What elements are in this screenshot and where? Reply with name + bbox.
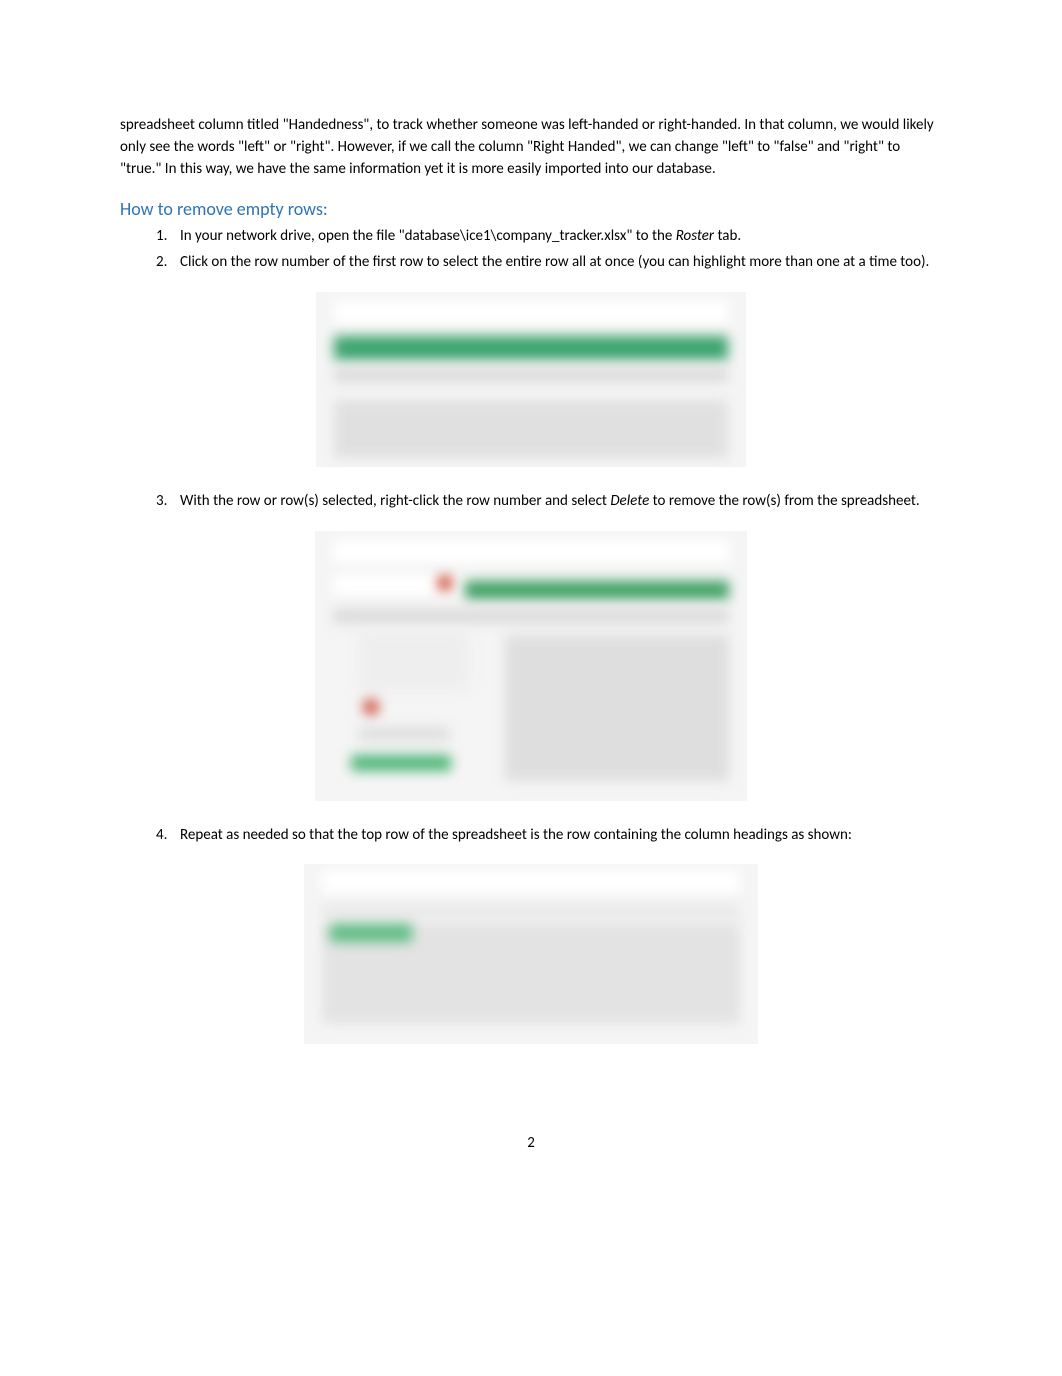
step-number: 4. [156, 825, 167, 847]
step-text-after: to remove the row(s) from the spreadshee… [649, 492, 919, 510]
step-italic: Delete [610, 492, 649, 510]
steps-list: 1. In your network drive, open the file … [156, 226, 942, 274]
section-heading: How to remove empty rows: [120, 198, 942, 220]
page-number: 2 [120, 1134, 942, 1152]
step-item-2: 2. Click on the row number of the first … [156, 252, 942, 274]
screenshot-image [315, 531, 747, 801]
step-number: 2. [156, 252, 167, 274]
figure-2 [120, 531, 942, 801]
document-page: spreadsheet column titled "Handedness", … [0, 0, 1062, 1212]
step-number: 3. [156, 491, 167, 513]
step-text-after: tab. [714, 227, 741, 245]
figure-3 [120, 864, 942, 1044]
step-italic: Roster [676, 227, 714, 245]
figure-1 [120, 292, 942, 467]
step-item-3: 3. With the row or row(s) selected, righ… [156, 491, 942, 513]
step-item-4: 4. Repeat as needed so that the top row … [156, 825, 942, 847]
step-text: With the row or row(s) selected, right-c… [180, 492, 610, 510]
intro-paragraph: spreadsheet column titled "Handedness", … [120, 115, 942, 180]
step-text: Click on the row number of the first row… [180, 253, 929, 271]
screenshot-image [304, 864, 758, 1044]
step-item-1: 1. In your network drive, open the file … [156, 226, 942, 248]
steps-list-cont2: 4. Repeat as needed so that the top row … [156, 825, 942, 847]
step-number: 1. [156, 226, 167, 248]
screenshot-image [316, 292, 746, 467]
step-text: Repeat as needed so that the top row of … [180, 826, 852, 844]
step-text: In your network drive, open the file "da… [180, 227, 676, 245]
steps-list-cont: 3. With the row or row(s) selected, righ… [156, 491, 942, 513]
